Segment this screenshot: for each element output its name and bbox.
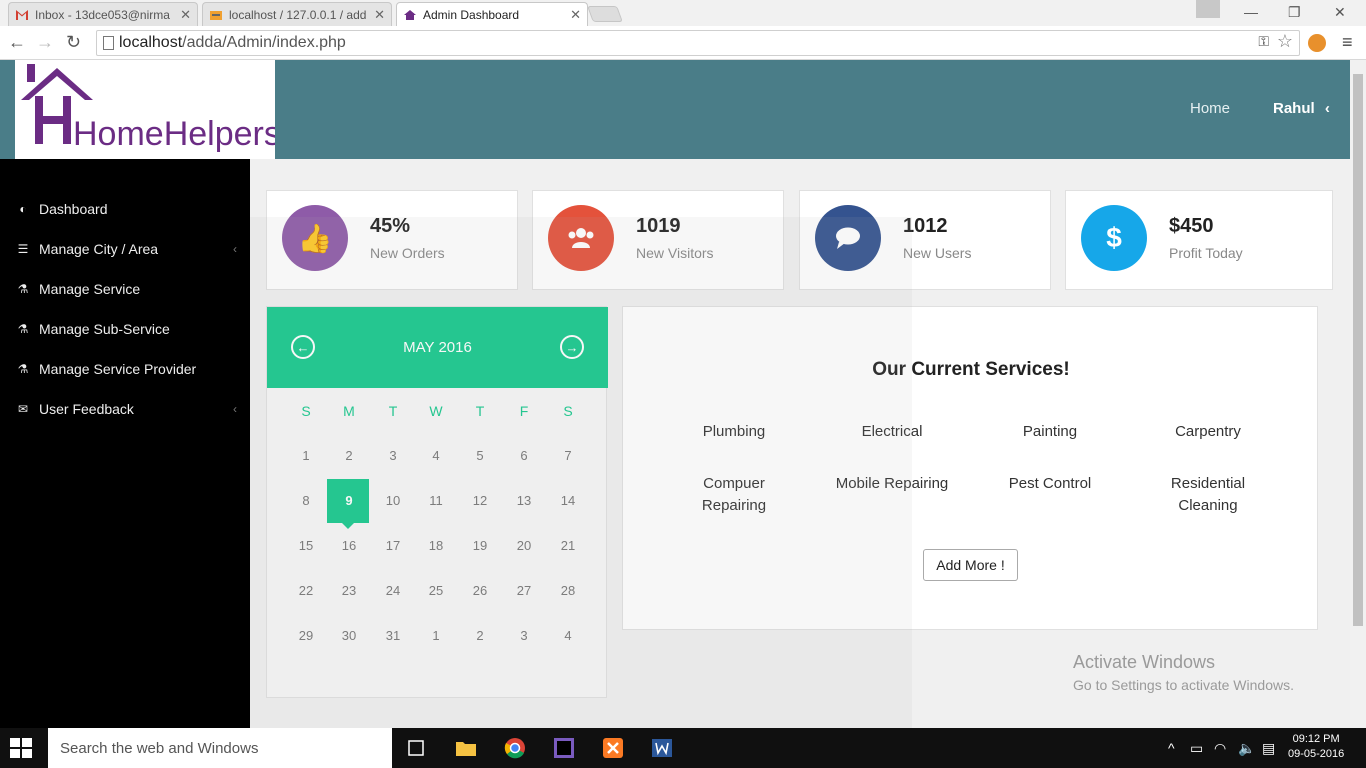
home-helpers-favicon	[404, 9, 416, 20]
chrome-icon[interactable]	[503, 736, 527, 760]
url-field[interactable]: localhost/adda/Admin/index.php ⚿ ☆	[96, 30, 1300, 56]
tab-gmail[interactable]: Inbox - 13dce053@nirma ✕	[8, 2, 198, 26]
chevron-left-icon: ‹	[233, 402, 237, 416]
phpstorm-icon[interactable]	[552, 736, 576, 760]
restore-icon[interactable]: ❐	[1288, 4, 1301, 21]
close-tab-icon[interactable]: ✕	[374, 7, 385, 23]
sidebar-item-user-feedback[interactable]: ✉ User Feedback ‹	[15, 401, 237, 417]
nav-home-link[interactable]: Home	[1190, 100, 1230, 117]
start-menu-ghost-overlay	[250, 217, 912, 728]
new-tab-button[interactable]	[587, 6, 623, 22]
activate-windows-subtitle: Go to Settings to activate Windows.	[1073, 677, 1294, 693]
add-more-button[interactable]: Add More !	[923, 549, 1018, 581]
top-navbar: HomeHelpers Home Rahul ‹	[0, 60, 1350, 159]
clock-date: 09-05-2016	[1288, 748, 1345, 760]
windows-start-icon[interactable]	[10, 738, 32, 758]
sidebar-item-manage-service-provider[interactable]: ⚗ Manage Service Provider	[15, 361, 237, 377]
windows-taskbar: Search the web and Windows ^ ▭ ◠ 🔈 ▤ 09:…	[0, 728, 1366, 768]
stat-value: $450	[1169, 215, 1214, 237]
minimize-icon[interactable]: —	[1244, 4, 1258, 20]
file-explorer-icon[interactable]	[454, 736, 478, 760]
sidebar: ◐ Dashboard ☰ Manage City / Area ‹ ⚗ Man…	[0, 159, 250, 728]
tab-phpmyadmin[interactable]: localhost / 127.0.0.1 / add ✕	[202, 2, 392, 26]
service-item: Residential Cleaning	[1170, 475, 1246, 514]
user-name: Rahul	[1273, 100, 1315, 117]
battery-icon[interactable]: ▭	[1190, 740, 1203, 757]
flask-icon: ⚗	[17, 282, 29, 296]
stat-label: Profit Today	[1169, 245, 1243, 261]
scrollbar-thumb[interactable]	[1353, 74, 1363, 626]
page-viewport: HomeHelpers Home Rahul ‹ ◐ Dashboard ☰ M…	[0, 60, 1350, 728]
tab-admin-dashboard[interactable]: Admin Dashboard ✕	[396, 2, 588, 26]
chevron-left-icon: ‹	[1324, 100, 1330, 117]
page-scrollbar[interactable]	[1350, 60, 1366, 728]
sidebar-item-label: Manage Service Provider	[39, 361, 197, 377]
flask-icon: ⚗	[17, 362, 29, 376]
sidebar-item-manage-city-area[interactable]: ☰ Manage City / Area ‹	[15, 241, 237, 257]
list-icon: ☰	[17, 242, 29, 256]
page-icon	[103, 36, 114, 50]
close-tab-icon[interactable]: ✕	[180, 7, 191, 23]
task-view-icon[interactable]	[404, 736, 428, 760]
service-item: Painting	[1022, 423, 1078, 440]
taskbar-clock[interactable]: 09:12 PM 09-05-2016	[1288, 732, 1344, 762]
sidebar-item-manage-service[interactable]: ⚗ Manage Service	[15, 281, 237, 297]
stat-card-profit-today: $ $450 Profit Today	[1065, 190, 1333, 290]
window-close-icon[interactable]: ✕	[1334, 4, 1346, 21]
profile-icon[interactable]	[1196, 0, 1220, 18]
wifi-icon[interactable]: ◠	[1214, 740, 1226, 757]
browser-tab-bar: Inbox - 13dce053@nirma ✕ localhost / 127…	[0, 0, 1366, 26]
menu-icon[interactable]: ≡	[1342, 32, 1353, 53]
extension-icon[interactable]	[1308, 34, 1326, 52]
chevron-left-icon: ‹	[233, 242, 237, 256]
home-helpers-logo: HomeHelpers	[21, 64, 281, 153]
flask-icon: ⚗	[17, 322, 29, 336]
activate-windows-title: Activate Windows	[1073, 652, 1216, 672]
gmail-icon	[16, 9, 28, 20]
service-item: Carpentry	[1175, 423, 1241, 440]
word-icon[interactable]	[650, 736, 674, 760]
key-icon[interactable]: ⚿	[1258, 33, 1269, 50]
volume-icon[interactable]: 🔈	[1238, 740, 1255, 757]
user-menu[interactable]: Rahul ‹	[1273, 100, 1330, 117]
service-item: Pest Control	[1008, 475, 1092, 492]
url-host: localhost	[119, 34, 183, 51]
bookmark-star-icon[interactable]: ☆	[1277, 31, 1293, 52]
address-toolbar: ← → ↻ localhost/adda/Admin/index.php ⚿ ☆…	[0, 26, 1366, 60]
taskbar-search-input[interactable]: Search the web and Windows	[48, 728, 392, 768]
envelope-icon: ✉	[17, 402, 29, 416]
sidebar-item-label: Manage Service	[39, 281, 141, 297]
sidebar-item-label: Manage Sub-Service	[39, 321, 170, 337]
forward-arrow-icon[interactable]: →	[36, 32, 54, 53]
stat-label: New Users	[903, 245, 972, 261]
svg-text:HomeHelpers: HomeHelpers	[73, 115, 275, 153]
sidebar-item-label: Manage City / Area	[39, 241, 159, 257]
xampp-icon[interactable]	[601, 736, 625, 760]
sidebar-item-label: User Feedback	[39, 401, 134, 417]
dollar-icon: $	[1081, 205, 1147, 271]
dashboard-icon: ◐	[19, 202, 27, 216]
logo[interactable]: HomeHelpers	[15, 60, 281, 159]
clock-time: 09:12 PM	[1292, 733, 1340, 745]
sidebar-item-dashboard[interactable]: ◐ Dashboard	[15, 201, 237, 217]
reload-icon[interactable]: ↻	[66, 32, 81, 53]
chevron-up-icon[interactable]: ^	[1168, 740, 1175, 756]
url-path: /adda/Admin/index.php	[182, 34, 346, 51]
phpmyadmin-icon	[210, 10, 222, 20]
sidebar-item-manage-sub-service[interactable]: ⚗ Manage Sub-Service	[15, 321, 237, 337]
sidebar-item-label: Dashboard	[39, 201, 108, 217]
close-tab-icon[interactable]: ✕	[570, 7, 581, 23]
back-arrow-icon[interactable]: ←	[8, 32, 26, 53]
notifications-icon[interactable]: ▤	[1262, 740, 1275, 757]
